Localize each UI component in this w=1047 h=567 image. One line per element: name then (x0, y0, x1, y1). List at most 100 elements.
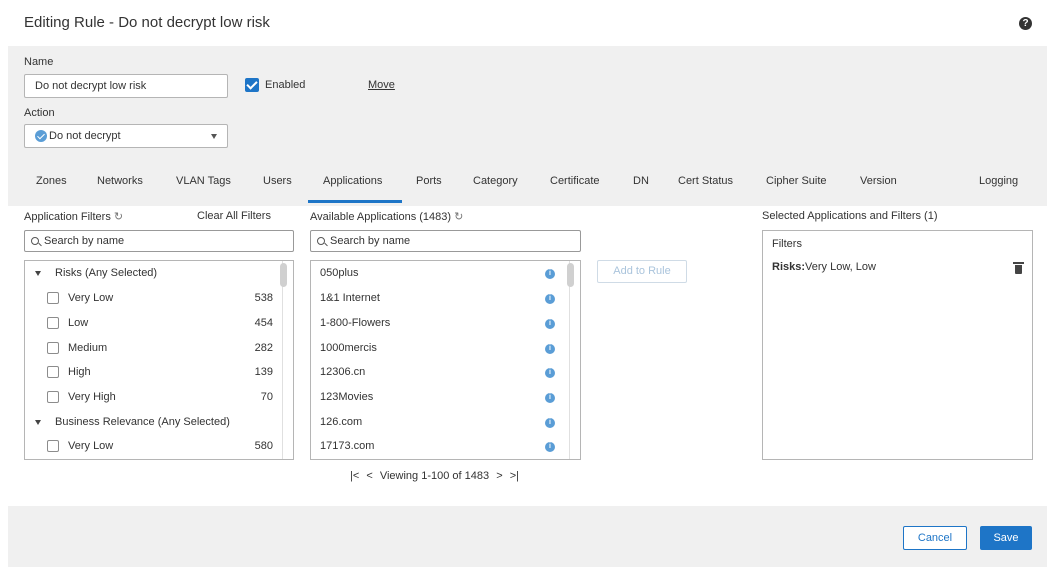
dialog-header: Editing Rule - Do not decrypt low risk ? (0, 0, 1047, 46)
application-name: 17173.com (320, 440, 375, 452)
application-row[interactable]: 17173.com i (311, 434, 580, 458)
filter-checkbox[interactable] (47, 440, 59, 452)
filter-checkbox[interactable] (47, 317, 59, 329)
tab-version[interactable]: Version (860, 175, 897, 187)
filter-list[interactable]: Risks (Any Selected) Very Low 538 Low 45… (24, 260, 294, 460)
help-icon[interactable]: ? (1019, 17, 1032, 30)
available-applications-list[interactable]: 050plus i 1&1 Internet i 1-800-Flowers i 10… (310, 260, 581, 460)
filter-item-count: 580 (254, 440, 273, 452)
filter-item-label: Very Low (68, 292, 114, 304)
filter-item[interactable]: Very High 70 (25, 385, 293, 409)
application-name: 123Movies (320, 391, 374, 403)
application-filters-header: Application Filters ↻ (24, 210, 123, 223)
tab-applications[interactable]: Applications (323, 175, 382, 187)
trash-icon[interactable] (1013, 262, 1024, 274)
application-row[interactable]: 1&1 Internet i (311, 286, 580, 310)
tab-category[interactable]: Category (473, 175, 518, 187)
dialog-title: Editing Rule - Do not decrypt low risk (24, 14, 270, 31)
last-page-icon[interactable]: >| (510, 470, 519, 482)
filter-item[interactable]: Very Low 580 (25, 434, 293, 458)
tab-logging[interactable]: Logging (979, 175, 1018, 187)
filter-item[interactable]: Low 454 (25, 311, 293, 335)
application-row[interactable]: 123Movies i (311, 385, 580, 409)
filter-item-label: Low (68, 317, 89, 329)
tab-cipher-suite[interactable]: Cipher Suite (766, 175, 827, 187)
name-label: Name (24, 56, 54, 68)
add-to-rule-button[interactable]: Add to Rule (597, 260, 687, 283)
filter-checkbox[interactable] (47, 342, 59, 354)
enabled-label: Enabled (265, 79, 306, 91)
filter-checkbox[interactable] (47, 292, 59, 304)
info-icon[interactable]: i (545, 418, 555, 428)
move-link[interactable]: Move (368, 79, 395, 91)
previous-page-icon[interactable]: < (366, 470, 372, 482)
tab-zones[interactable]: Zones (36, 175, 67, 187)
tab-certificate[interactable]: Certificate (550, 175, 600, 187)
filter-group-title: Risks (Any Selected) (55, 267, 158, 279)
action-status-icon (35, 130, 47, 142)
filter-checkbox[interactable] (47, 391, 59, 403)
enabled-checkbox[interactable] (245, 78, 259, 92)
application-name: 126.com (320, 416, 363, 428)
selected-filter-key: Risks: (772, 261, 806, 273)
application-name: 1000mercis (320, 342, 377, 354)
selected-filter-value: Very Low, Low (805, 261, 876, 273)
application-search-input[interactable]: Search by name (310, 230, 581, 252)
tab-networks[interactable]: Networks (97, 175, 143, 187)
application-row[interactable]: 1-800-Flowers i (311, 311, 580, 335)
selected-filters-heading: Filters (772, 238, 802, 250)
info-icon[interactable]: i (545, 269, 555, 279)
tab-ports[interactable]: Ports (416, 175, 442, 187)
filter-checkbox[interactable] (47, 366, 59, 378)
info-icon[interactable]: i (545, 393, 555, 403)
selected-applications-label: Selected Applications and Filters (1) (762, 210, 938, 222)
clear-all-filters-link[interactable]: Clear All Filters (197, 210, 271, 222)
first-page-icon[interactable]: |< (350, 470, 359, 482)
filter-search-placeholder: Search by name (44, 235, 125, 247)
filter-item-count: 139 (254, 366, 273, 378)
filter-group-title: Business Relevance (Any Selected) (55, 416, 230, 428)
filter-item-count: 70 (260, 391, 273, 403)
filter-item-count: 538 (254, 292, 273, 304)
action-select-value: Do not decrypt (49, 130, 121, 142)
application-search-placeholder: Search by name (330, 235, 411, 247)
filter-item-count: 282 (254, 342, 273, 354)
application-row[interactable]: 1000mercis i (311, 336, 580, 360)
filter-item[interactable]: Very Low 538 (25, 286, 293, 310)
filter-item-label: High (68, 366, 91, 378)
tab-vlan-tags[interactable]: VLAN Tags (176, 175, 231, 187)
info-icon[interactable]: i (545, 319, 555, 329)
application-filters-label: Application Filters (24, 211, 111, 223)
available-applications-label: Available Applications (1483) (310, 211, 452, 223)
refresh-icon[interactable]: ↻ (114, 210, 123, 223)
cancel-button[interactable]: Cancel (903, 526, 967, 550)
filter-group-risks[interactable]: Risks (Any Selected) (25, 261, 293, 285)
save-button[interactable]: Save (980, 526, 1032, 550)
info-icon[interactable]: i (545, 442, 555, 452)
next-page-icon[interactable]: > (496, 470, 502, 482)
info-icon[interactable]: i (545, 294, 555, 304)
name-input[interactable]: Do not decrypt low risk (24, 74, 228, 98)
refresh-icon[interactable]: ↻ (454, 210, 463, 223)
filter-item[interactable]: High 139 (25, 360, 293, 384)
caret-down-icon (35, 271, 41, 276)
filter-search-input[interactable]: Search by name (24, 230, 294, 252)
application-row[interactable]: 050plus i (311, 261, 580, 285)
caret-down-icon (35, 420, 41, 425)
chevron-down-icon (211, 134, 217, 139)
tab-dn[interactable]: DN (633, 175, 649, 187)
selected-filter-entry: Risks:Very Low, Low (772, 261, 876, 273)
search-icon (317, 237, 325, 245)
info-icon[interactable]: i (545, 344, 555, 354)
filter-item[interactable]: Medium 282 (25, 336, 293, 360)
application-row[interactable]: 126.com i (311, 410, 580, 434)
info-icon[interactable]: i (545, 368, 555, 378)
pagination-text: Viewing 1-100 of 1483 (379, 470, 490, 482)
application-name: 1-800-Flowers (320, 317, 391, 329)
tab-users[interactable]: Users (263, 175, 292, 187)
action-select[interactable]: Do not decrypt (24, 124, 228, 148)
dialog-footer (8, 506, 1047, 567)
application-row[interactable]: 12306.cn i (311, 360, 580, 384)
tab-cert-status[interactable]: Cert Status (678, 175, 733, 187)
filter-group-business-relevance[interactable]: Business Relevance (Any Selected) (25, 410, 293, 434)
